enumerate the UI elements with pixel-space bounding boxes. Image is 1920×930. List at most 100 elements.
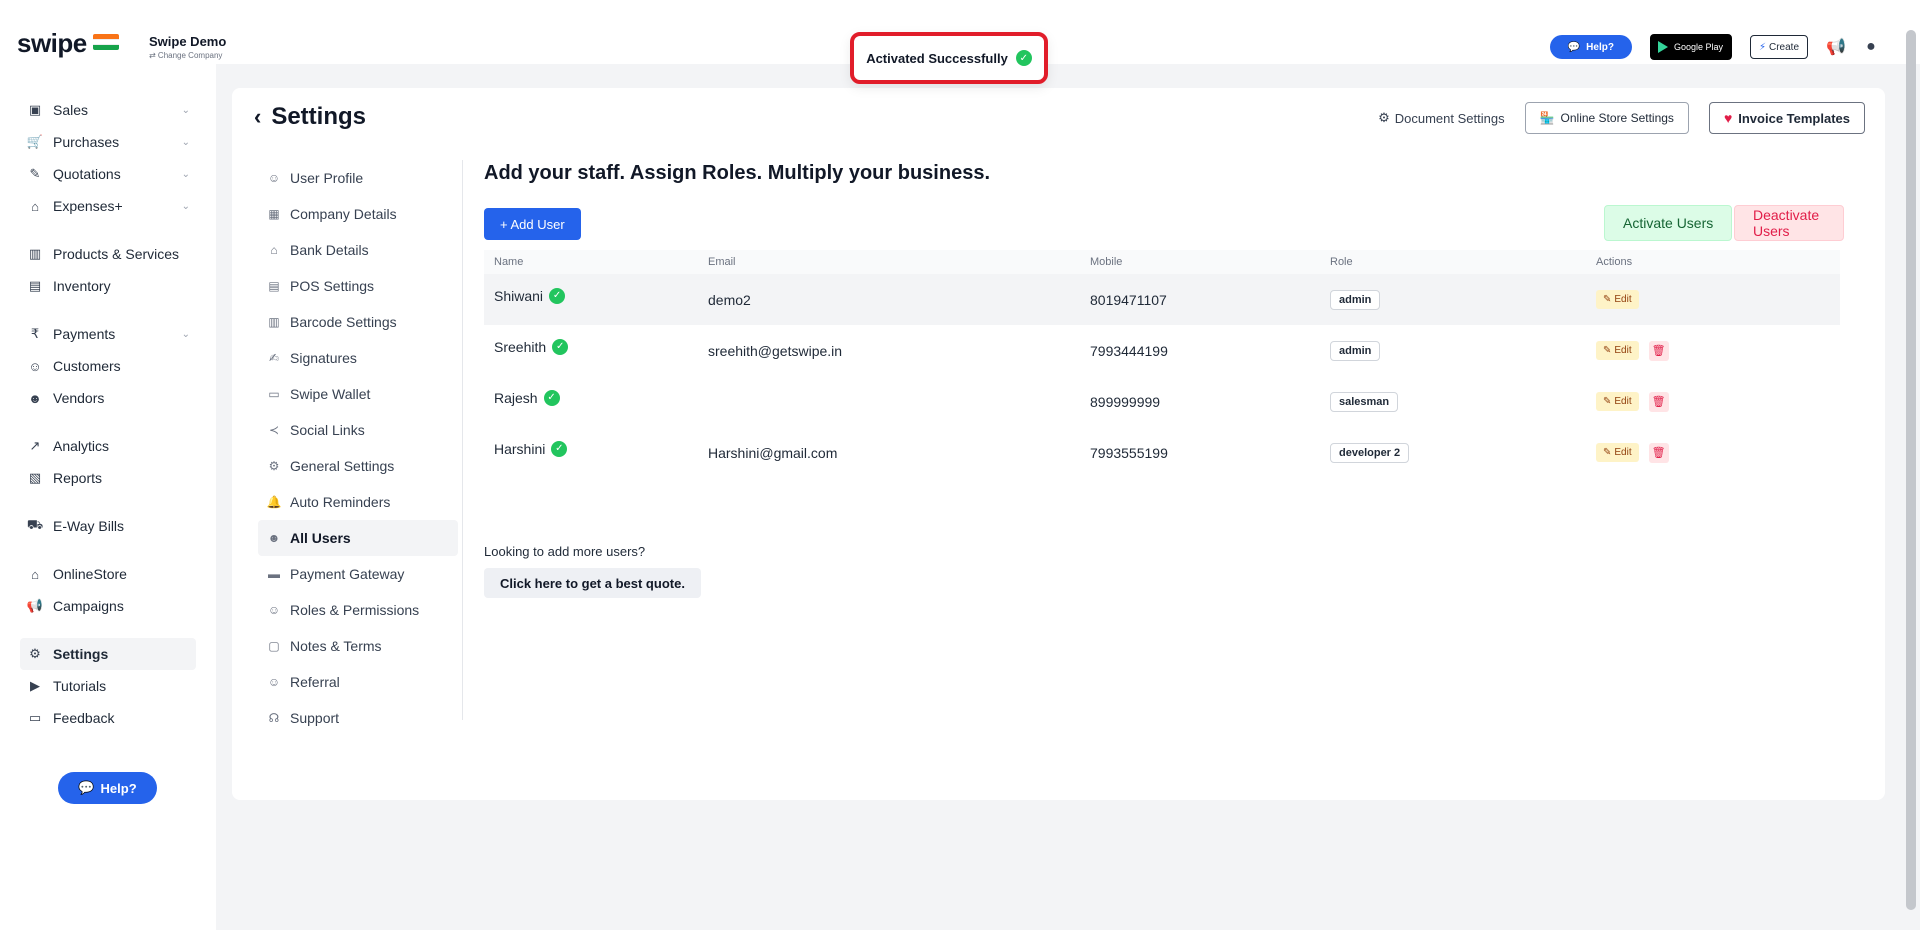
- gear-icon: ⚙: [1378, 110, 1390, 125]
- sidebar-item-products-services[interactable]: ▥ Products & Services: [0, 238, 216, 270]
- sidebar-item-customers[interactable]: ☺ Customers: [0, 350, 216, 382]
- table-row[interactable]: Harshini ✓ Harshini@gmail.com 7993555199 dev…: [484, 427, 1840, 478]
- sidebar-item-inventory[interactable]: ▤ Inventory: [0, 270, 216, 302]
- best-quote-button[interactable]: Click here to get a best quote.: [484, 568, 701, 598]
- settings-tab-pos-settings[interactable]: ▤ POS Settings: [258, 268, 458, 304]
- sidebar-item-sales[interactable]: ▣ Sales ⌄: [0, 94, 216, 126]
- delete-user-button[interactable]: 🗑: [1648, 391, 1669, 412]
- change-company-link[interactable]: ⇄ Change Company: [149, 51, 226, 60]
- user-icon: ☺: [28, 358, 42, 374]
- settings-tab-roles-permissions[interactable]: ☺ Roles & Permissions: [258, 592, 458, 628]
- edit-user-button[interactable]: ✎ Edit: [1596, 341, 1639, 360]
- sidebar-item-e-way-bills[interactable]: ⛟ E-Way Bills: [0, 510, 216, 542]
- settings-tab-company-details[interactable]: ▦ Company Details: [258, 196, 458, 232]
- sidebar-item-expenses[interactable]: ⌂ Expenses+ ⌄: [0, 190, 216, 222]
- edit-icon: ✎: [1603, 345, 1612, 356]
- settings-header: ‹ Settings: [254, 103, 366, 131]
- sidebar-item-reports[interactable]: ▧ Reports: [0, 462, 216, 494]
- help-button[interactable]: 💬 Help?: [1549, 35, 1632, 59]
- swipe-logo[interactable]: swipe: [17, 28, 119, 59]
- settings-tab-bank-details[interactable]: ⌂ Bank Details: [258, 232, 458, 268]
- settings-tab-label: Company Details: [290, 206, 397, 222]
- edit-user-button[interactable]: ✎ Edit: [1596, 443, 1639, 462]
- col-actions: Actions: [1596, 256, 1633, 268]
- sidebar-item-quotations[interactable]: ✎ Quotations ⌄: [0, 158, 216, 190]
- col-role: Role: [1330, 256, 1353, 268]
- chevron-down-icon: ⌄: [181, 168, 190, 180]
- sidebar-item-analytics[interactable]: ↗ Analytics: [0, 430, 216, 462]
- rupee-icon: ₹: [30, 326, 40, 341]
- user-mobile-cell: 8019471107: [1090, 291, 1167, 308]
- store-icon: 🏪: [1539, 111, 1555, 125]
- sidebar-item-label: Vendors: [53, 390, 105, 406]
- delete-user-button[interactable]: 🗑: [1648, 442, 1669, 463]
- note-icon: ▢: [268, 639, 280, 653]
- chevron-down-icon: ⌄: [181, 104, 190, 116]
- subnav-divider: [462, 160, 463, 720]
- settings-tab-label: Referral: [290, 674, 340, 690]
- settings-tab-signatures[interactable]: ✍ Signatures: [258, 340, 458, 376]
- megaphone-icon[interactable]: 📢: [1826, 37, 1846, 57]
- settings-tab-swipe-wallet[interactable]: ▭ Swipe Wallet: [258, 376, 458, 412]
- user-name-cell: Shiwani ✓: [484, 287, 708, 304]
- check-circle-icon: ✓: [549, 287, 566, 304]
- deactivate-users-button[interactable]: Deactivate Users: [1734, 205, 1844, 241]
- settings-tab-barcode-settings[interactable]: ▥ Barcode Settings: [258, 304, 458, 340]
- sidebar-item-tutorials[interactable]: ▶ Tutorials: [0, 670, 216, 702]
- share-icon: ≺: [268, 423, 280, 437]
- company-switcher[interactable]: Swipe Demo ⇄ Change Company: [149, 34, 226, 60]
- back-chevron-icon[interactable]: ‹: [254, 104, 261, 130]
- create-button[interactable]: ⚡ Create: [1749, 35, 1808, 59]
- headset-icon: ☊: [268, 711, 280, 725]
- settings-tab-label: Notes & Terms: [290, 638, 382, 654]
- document-settings-link[interactable]: ⚙ Document Settings: [1378, 110, 1505, 126]
- col-mobile: Mobile: [1090, 256, 1123, 268]
- chevron-down-icon: ⌄: [181, 200, 190, 212]
- settings-tab-auto-reminders[interactable]: 🔔 Auto Reminders: [258, 484, 458, 520]
- chat-icon: 💬: [1567, 41, 1581, 53]
- users-icon: ☻: [267, 531, 281, 545]
- delete-user-button[interactable]: 🗑: [1648, 340, 1669, 361]
- edit-user-button[interactable]: ✎ Edit: [1596, 392, 1639, 411]
- sidebar-help-button[interactable]: 💬 Help?: [58, 772, 157, 804]
- table-row[interactable]: Shiwani ✓ demo2 8019471107 admin ✎ Edit: [484, 274, 1840, 325]
- settings-tab-notes-terms[interactable]: ▢ Notes & Terms: [258, 628, 458, 664]
- sidebar-item-settings[interactable]: ⚙ Settings: [20, 638, 196, 670]
- sidebar-item-vendors[interactable]: ☻ Vendors: [0, 382, 216, 414]
- sidebar-item-payments[interactable]: ₹ Payments ⌄: [0, 318, 216, 350]
- page-scrollbar[interactable]: [1906, 30, 1916, 910]
- table-row[interactable]: Rajesh ✓ 899999999 salesman ✎ Edit 🗑: [484, 376, 1840, 427]
- settings-tab-social-links[interactable]: ≺ Social Links: [258, 412, 458, 448]
- settings-tab-label: Roles & Permissions: [290, 602, 420, 618]
- settings-tab-referral[interactable]: ☺ Referral: [258, 664, 458, 700]
- google-play-badge[interactable]: Google Play: [1649, 34, 1732, 60]
- play-store-icon: [1657, 41, 1668, 53]
- sidebar-item-label: Settings: [53, 646, 109, 662]
- account-icon[interactable]: ●: [1862, 38, 1880, 56]
- more-users-text: Looking to add more users?: [484, 544, 646, 559]
- settings-tab-user-profile[interactable]: ☺ User Profile: [258, 160, 458, 196]
- role-badge: developer 2: [1330, 442, 1410, 463]
- invoice-templates-button[interactable]: ♥ Invoice Templates: [1708, 102, 1865, 134]
- add-user-button[interactable]: + Add User: [484, 208, 581, 240]
- settings-tab-all-users[interactable]: ☻ All Users: [258, 520, 458, 556]
- role-badge: admin: [1330, 289, 1381, 310]
- table-row[interactable]: Sreehith ✓ sreehith@getswipe.in 7993444199 a…: [484, 325, 1840, 376]
- sidebar-item-purchases[interactable]: 🛒 Purchases ⌄: [0, 126, 216, 158]
- activate-users-button[interactable]: Activate Users: [1604, 205, 1733, 241]
- sidebar-item-onlinestore[interactable]: ⌂ OnlineStore: [0, 558, 216, 590]
- user-actions-cell: ✎ Edit 🗑: [1596, 391, 1836, 412]
- settings-tab-general-settings[interactable]: ⚙ General Settings: [258, 448, 458, 484]
- success-toast: Activated Successfully ✓: [850, 32, 1048, 84]
- settings-tab-support[interactable]: ☊ Support: [258, 700, 458, 736]
- sidebar-item-campaigns[interactable]: 📢 Campaigns: [0, 590, 216, 622]
- edit-user-button[interactable]: ✎ Edit: [1596, 290, 1639, 309]
- sidebar-item-feedback[interactable]: ▭ Feedback: [0, 702, 216, 734]
- online-store-settings-button[interactable]: 🏪 Online Store Settings: [1524, 102, 1689, 134]
- settings-tab-payment-gateway[interactable]: ▬ Payment Gateway: [258, 556, 458, 592]
- scrollbar-thumb[interactable]: [1906, 30, 1916, 910]
- settings-tab-label: Signatures: [290, 350, 357, 366]
- sidebar-item-label: Quotations: [53, 166, 121, 182]
